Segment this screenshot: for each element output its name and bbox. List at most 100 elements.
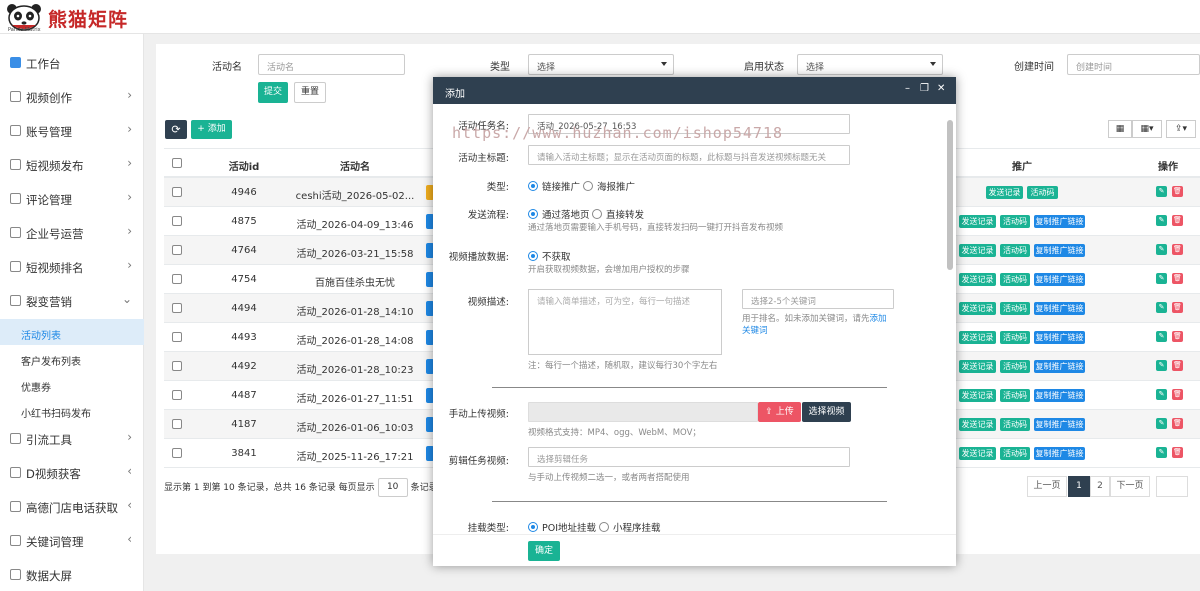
copy-link-button[interactable]: 复制推广链接 bbox=[1034, 302, 1085, 315]
delete-icon[interactable]: 🗑 bbox=[1172, 273, 1183, 284]
edit-icon[interactable]: ✎ bbox=[1156, 331, 1167, 342]
flow-radio-direct[interactable]: 直接转发 bbox=[592, 207, 644, 221]
edit-icon[interactable]: ✎ bbox=[1156, 273, 1167, 284]
delete-icon[interactable]: 🗑 bbox=[1172, 186, 1183, 197]
sidebar-subitem-xhs[interactable]: 小红书扫码发布 bbox=[0, 397, 144, 423]
filter-type-select[interactable]: 选择 bbox=[528, 54, 674, 75]
edit-icon[interactable]: ✎ bbox=[1156, 418, 1167, 429]
copy-link-button[interactable]: 复制推广链接 bbox=[1034, 418, 1085, 431]
send-record-button[interactable]: 发送记录 bbox=[959, 273, 996, 286]
send-record-button[interactable]: 发送记录 bbox=[959, 331, 996, 344]
sidebar-item-keywords[interactable]: 关键词管理 ‹ bbox=[0, 524, 144, 558]
activity-code-button[interactable]: 活动码 bbox=[1027, 186, 1058, 199]
send-record-button[interactable]: 发送记录 bbox=[959, 244, 996, 257]
delete-icon[interactable]: 🗑 bbox=[1172, 331, 1183, 342]
sidebar-item-enterprise[interactable]: 企业号运营 › bbox=[0, 216, 144, 250]
scrollbar-thumb[interactable] bbox=[947, 120, 953, 270]
edit-icon[interactable]: ✎ bbox=[1156, 389, 1167, 400]
delete-icon[interactable]: 🗑 bbox=[1172, 418, 1183, 429]
send-record-button[interactable]: 发送记录 bbox=[959, 215, 996, 228]
type-radio-poster[interactable]: 海报推广 bbox=[583, 179, 635, 193]
copy-link-button[interactable]: 复制推广链接 bbox=[1034, 244, 1085, 257]
row-checkbox[interactable] bbox=[172, 216, 182, 226]
edit-task-input[interactable]: 选择剪辑任务 bbox=[528, 447, 850, 467]
delete-icon[interactable]: 🗑 bbox=[1172, 389, 1183, 400]
copy-link-button[interactable]: 复制推广链接 bbox=[1034, 273, 1085, 286]
sidebar-item-marketing[interactable]: 裂变营销 ⌄ bbox=[0, 284, 144, 318]
send-record-button[interactable]: 发送记录 bbox=[959, 418, 996, 431]
page-jump-input[interactable] bbox=[1156, 476, 1188, 497]
activity-code-button[interactable]: 活动码 bbox=[1000, 273, 1030, 286]
activity-code-button[interactable]: 活动码 bbox=[1000, 447, 1030, 460]
row-checkbox[interactable] bbox=[172, 361, 182, 371]
select-all-checkbox[interactable] bbox=[172, 158, 182, 168]
edit-icon[interactable]: ✎ bbox=[1156, 447, 1167, 458]
sidebar-item-d-video[interactable]: D视频获客 ‹ bbox=[0, 456, 144, 490]
row-checkbox[interactable] bbox=[172, 419, 182, 429]
row-checkbox[interactable] bbox=[172, 390, 182, 400]
row-checkbox[interactable] bbox=[172, 245, 182, 255]
sidebar-item-account[interactable]: 账号管理 › bbox=[0, 114, 144, 148]
sidebar-item-comments[interactable]: 评论管理 › bbox=[0, 182, 144, 216]
type-radio-link[interactable]: 链接推广 bbox=[528, 179, 580, 193]
sidebar-item-amap[interactable]: 高德门店电话获取 ‹ bbox=[0, 490, 144, 524]
edit-icon[interactable]: ✎ bbox=[1156, 360, 1167, 371]
upload-button[interactable]: ⇪ 上传 bbox=[758, 402, 801, 422]
copy-link-button[interactable]: 复制推广链接 bbox=[1034, 331, 1085, 344]
add-keyword-link[interactable]: 添加 bbox=[870, 314, 887, 324]
edit-icon[interactable]: ✎ bbox=[1156, 302, 1167, 313]
sidebar-item-traffic[interactable]: 引流工具 › bbox=[0, 422, 144, 456]
sidebar-item-publish[interactable]: 短视频发布 › bbox=[0, 148, 144, 182]
filter-status-select[interactable]: 选择 bbox=[797, 54, 943, 75]
mount-radio-poi[interactable]: POI地址挂载 bbox=[528, 520, 596, 534]
activity-code-button[interactable]: 活动码 bbox=[1000, 389, 1030, 402]
confirm-button[interactable]: 确定 bbox=[528, 541, 560, 561]
activity-code-button[interactable]: 活动码 bbox=[1000, 331, 1030, 344]
page-2-button[interactable]: 2 bbox=[1090, 476, 1110, 497]
play-radio-none[interactable]: 不获取 bbox=[528, 249, 571, 263]
send-record-button[interactable]: 发送记录 bbox=[986, 186, 1023, 199]
subtitle-input[interactable]: 请输入活动主标题；显示在活动页面的标题，此标题与抖音发送视频标题无关 bbox=[528, 145, 850, 165]
sidebar-item-ranking[interactable]: 短视频排名 › bbox=[0, 250, 144, 284]
filter-name-input[interactable]: 活动名 bbox=[258, 54, 405, 75]
mount-radio-miniapp[interactable]: 小程序挂载 bbox=[599, 520, 661, 534]
sidebar-item-workbench[interactable]: 工作台 bbox=[0, 46, 144, 80]
delete-icon[interactable]: 🗑 bbox=[1172, 447, 1183, 458]
row-checkbox[interactable] bbox=[172, 274, 182, 284]
row-checkbox[interactable] bbox=[172, 303, 182, 313]
choose-video-button[interactable]: 选择视频 bbox=[802, 402, 851, 422]
sidebar-subitem-coupon[interactable]: 优惠券 bbox=[0, 371, 144, 397]
minimize-icon[interactable]: – bbox=[905, 83, 910, 94]
sidebar-subitem-customer-publish[interactable]: 客户发布列表 bbox=[0, 345, 144, 371]
activity-code-button[interactable]: 活动码 bbox=[1000, 360, 1030, 373]
delete-icon[interactable]: 🗑 bbox=[1172, 244, 1183, 255]
filter-time-input[interactable]: 创建时间 bbox=[1067, 54, 1200, 75]
maximize-icon[interactable]: ❐ bbox=[920, 83, 929, 94]
submit-button[interactable]: 提交 bbox=[258, 82, 288, 103]
flow-radio-landing[interactable]: 通过落地页 bbox=[528, 207, 590, 221]
delete-icon[interactable]: 🗑 bbox=[1172, 302, 1183, 313]
sidebar-subitem-activity-list[interactable]: 活动列表 bbox=[0, 319, 144, 345]
edit-icon[interactable]: ✎ bbox=[1156, 186, 1167, 197]
row-checkbox[interactable] bbox=[172, 187, 182, 197]
send-record-button[interactable]: 发送记录 bbox=[959, 389, 996, 402]
activity-code-button[interactable]: 活动码 bbox=[1000, 302, 1030, 315]
export-button[interactable]: ⇪▾ bbox=[1166, 120, 1196, 138]
activity-code-button[interactable]: 活动码 bbox=[1000, 418, 1030, 431]
page-1-button[interactable]: 1 bbox=[1068, 476, 1090, 497]
close-icon[interactable]: ✕ bbox=[937, 83, 945, 94]
upload-path-input[interactable] bbox=[528, 402, 758, 422]
columns-toggle-button[interactable]: ▦▾ bbox=[1132, 120, 1162, 138]
add-button[interactable]: + 添加 bbox=[191, 120, 232, 139]
modal-scrollbar[interactable] bbox=[947, 108, 953, 530]
page-size-select[interactable]: 10 bbox=[377, 478, 408, 497]
row-checkbox[interactable] bbox=[172, 448, 182, 458]
sidebar-item-video-create[interactable]: 视频创作 › bbox=[0, 80, 144, 114]
desc-textarea[interactable]: 请输入简单描述，可为空，每行一句描述 bbox=[528, 289, 722, 355]
edit-icon[interactable]: ✎ bbox=[1156, 244, 1167, 255]
sidebar-item-dashboard[interactable]: 数据大屏 bbox=[0, 558, 144, 591]
copy-link-button[interactable]: 复制推广链接 bbox=[1034, 389, 1085, 402]
send-record-button[interactable]: 发送记录 bbox=[959, 447, 996, 460]
activity-code-button[interactable]: 活动码 bbox=[1000, 244, 1030, 257]
send-record-button[interactable]: 发送记录 bbox=[959, 360, 996, 373]
